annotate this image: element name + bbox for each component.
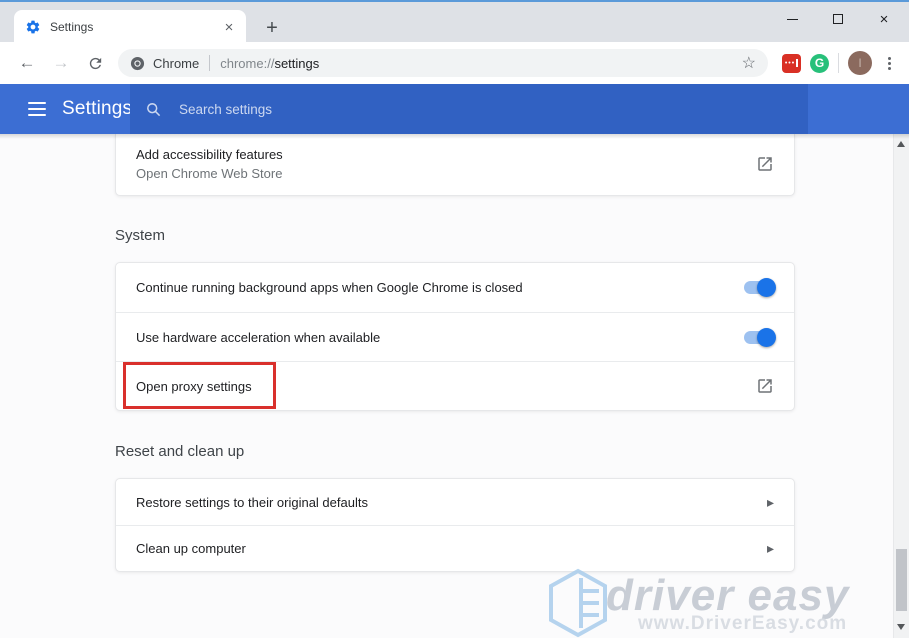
toolbar-separator: [838, 53, 839, 73]
tab-title: Settings: [50, 20, 220, 34]
search-settings-input[interactable]: Search settings: [130, 84, 808, 134]
search-placeholder: Search settings: [179, 102, 272, 117]
search-icon: [145, 101, 162, 118]
accessibility-card: Add accessibility features Open Chrome W…: [115, 134, 795, 196]
extension-dots: •••: [785, 60, 795, 67]
hardware-acceleration-row[interactable]: Use hardware acceleration when available: [116, 312, 794, 361]
reload-icon: [87, 55, 104, 72]
tab-settings[interactable]: Settings ×: [14, 10, 246, 44]
profile-avatar[interactable]: I: [848, 51, 872, 75]
hardware-acceleration-toggle[interactable]: [744, 331, 774, 344]
hardware-acceleration-label: Use hardware acceleration when available: [136, 330, 744, 345]
reload-button[interactable]: [81, 49, 109, 77]
back-button[interactable]: ←: [13, 49, 41, 77]
password-extension-icon[interactable]: •••: [782, 54, 801, 73]
forward-button[interactable]: →: [47, 49, 75, 77]
system-card: Continue running background apps when Go…: [115, 262, 795, 411]
open-proxy-settings-label: Open proxy settings: [136, 379, 756, 394]
settings-header: Settings Search settings: [0, 84, 909, 134]
browser-menu-icon[interactable]: [879, 50, 899, 76]
minimize-button[interactable]: [769, 2, 815, 36]
external-link-icon: [756, 155, 774, 173]
scroll-up-arrow-icon[interactable]: [897, 141, 905, 147]
close-button[interactable]: ×: [861, 2, 907, 36]
submenu-arrow-icon: ▸: [767, 540, 774, 557]
bookmark-star-icon[interactable]: ☆: [742, 53, 756, 73]
background-apps-label: Continue running background apps when Go…: [136, 280, 744, 295]
accessibility-subtitle: Open Chrome Web Store: [136, 164, 756, 183]
scroll-down-arrow-icon[interactable]: [897, 624, 905, 630]
accessibility-title: Add accessibility features: [136, 145, 756, 164]
browser-window: Settings × + × ← → Chrome chrome://setti…: [0, 0, 909, 638]
settings-gear-icon: [25, 19, 41, 35]
restore-defaults-label: Restore settings to their original defau…: [136, 495, 767, 510]
accessibility-labels: Add accessibility features Open Chrome W…: [136, 145, 756, 183]
restore-defaults-row[interactable]: Restore settings to their original defau…: [116, 479, 794, 525]
browser-toolbar: ← → Chrome chrome://settings ☆ ••• G I: [0, 42, 909, 84]
url-separator: [209, 55, 210, 71]
clean-up-computer-label: Clean up computer: [136, 541, 767, 556]
chrome-page-icon: [130, 56, 145, 71]
background-apps-row[interactable]: Continue running background apps when Go…: [116, 263, 794, 312]
tab-strip: Settings × + ×: [0, 0, 909, 42]
window-controls: ×: [769, 2, 907, 36]
drivereasy-logo-icon: [546, 568, 610, 638]
address-bar[interactable]: Chrome chrome://settings ☆: [118, 49, 768, 77]
accessibility-row[interactable]: Add accessibility features Open Chrome W…: [116, 134, 794, 194]
site-label: Chrome: [153, 56, 199, 71]
settings-content: Add accessibility features Open Chrome W…: [0, 134, 909, 638]
close-icon: ×: [880, 12, 889, 27]
settings-title: Settings: [62, 98, 132, 120]
system-section-heading: System: [115, 227, 165, 244]
minimize-icon: [787, 19, 798, 20]
url-scheme: chrome://: [220, 56, 274, 71]
scrollbar[interactable]: [893, 134, 909, 638]
scrollbar-thumb[interactable]: [896, 549, 907, 611]
url-host: settings: [274, 56, 319, 71]
url-text: chrome://settings: [220, 56, 319, 71]
new-tab-button[interactable]: +: [259, 15, 285, 41]
menu-hamburger-icon[interactable]: [28, 102, 46, 116]
maximize-icon: [833, 14, 843, 24]
external-link-icon: [756, 377, 774, 395]
watermark-url: www.DriverEasy.com: [638, 613, 847, 635]
reset-card: Restore settings to their original defau…: [115, 478, 795, 572]
clean-up-computer-row[interactable]: Clean up computer ▸: [116, 525, 794, 571]
background-apps-toggle[interactable]: [744, 281, 774, 294]
maximize-button[interactable]: [815, 2, 861, 36]
open-proxy-settings-row[interactable]: Open proxy settings: [116, 361, 794, 410]
grammarly-extension-icon[interactable]: G: [810, 54, 829, 73]
extension-bar: [796, 59, 798, 67]
extension-area: ••• G I: [782, 50, 899, 76]
submenu-arrow-icon: ▸: [767, 494, 774, 511]
reset-section-heading: Reset and clean up: [115, 443, 244, 460]
tab-close-icon[interactable]: ×: [220, 18, 238, 36]
